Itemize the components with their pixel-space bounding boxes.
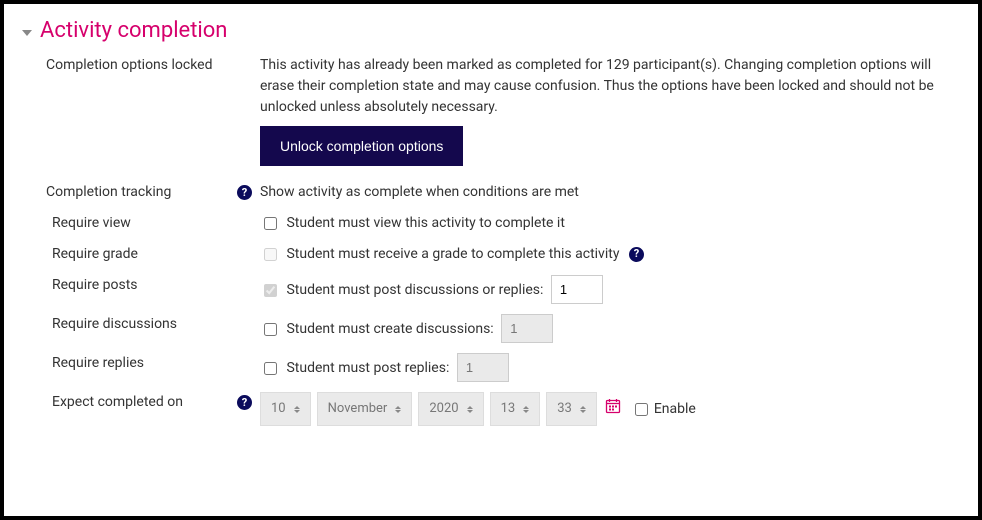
collapse-toggle-icon[interactable]: [22, 30, 32, 36]
require-replies-label: Require replies: [22, 351, 260, 371]
completion-tracking-label: Completion tracking: [46, 184, 171, 200]
require-replies-checkbox-label: Student must post replies:: [286, 360, 449, 376]
chevron-updown-icon: [294, 406, 300, 413]
expect-day-select[interactable]: 10: [260, 392, 311, 426]
require-grade-checkbox[interactable]: [264, 248, 277, 261]
expect-hour-select[interactable]: 13: [490, 392, 541, 426]
require-posts-checkbox-label: Student must post discussions or replies…: [286, 282, 543, 298]
help-icon[interactable]: ?: [237, 185, 252, 200]
chevron-updown-icon: [395, 406, 401, 413]
require-view-checkbox[interactable]: [264, 217, 277, 230]
section-title: Activity completion: [40, 18, 227, 43]
help-icon[interactable]: ?: [629, 247, 644, 262]
require-posts-label: Require posts: [22, 273, 260, 293]
require-grade-label: Require grade: [22, 242, 260, 262]
require-posts-input[interactable]: [551, 275, 603, 304]
require-posts-checkbox[interactable]: [264, 284, 277, 297]
require-grade-checkbox-label: Student must receive a grade to complete…: [286, 246, 619, 262]
chevron-updown-icon: [580, 406, 586, 413]
require-discussions-label: Require discussions: [22, 312, 260, 332]
require-replies-checkbox[interactable]: [264, 362, 277, 375]
require-discussions-checkbox[interactable]: [264, 323, 277, 336]
locked-message: This activity has already been marked as…: [260, 55, 950, 118]
unlock-completion-button[interactable]: Unlock completion options: [260, 126, 463, 166]
chevron-updown-icon: [523, 406, 529, 413]
expect-completed-label: Expect completed on: [52, 394, 183, 410]
expect-enable-label: Enable: [654, 399, 696, 420]
require-discussions-checkbox-label: Student must create discussions:: [286, 321, 493, 337]
expect-year-select[interactable]: 2020: [418, 392, 483, 426]
require-view-checkbox-label: Student must view this activity to compl…: [286, 215, 564, 231]
expect-enable-checkbox[interactable]: [635, 403, 648, 416]
calendar-icon[interactable]: [605, 398, 621, 421]
require-discussions-input[interactable]: [501, 314, 553, 343]
completion-tracking-value: Show activity as complete when condition…: [260, 180, 950, 203]
expect-minute-select[interactable]: 33: [546, 392, 597, 426]
help-icon[interactable]: ?: [237, 395, 252, 410]
require-view-label: Require view: [22, 211, 260, 231]
expect-month-select[interactable]: November: [317, 392, 413, 426]
locked-label: Completion options locked: [22, 53, 260, 73]
require-replies-input[interactable]: [457, 353, 509, 382]
chevron-updown-icon: [467, 406, 473, 413]
